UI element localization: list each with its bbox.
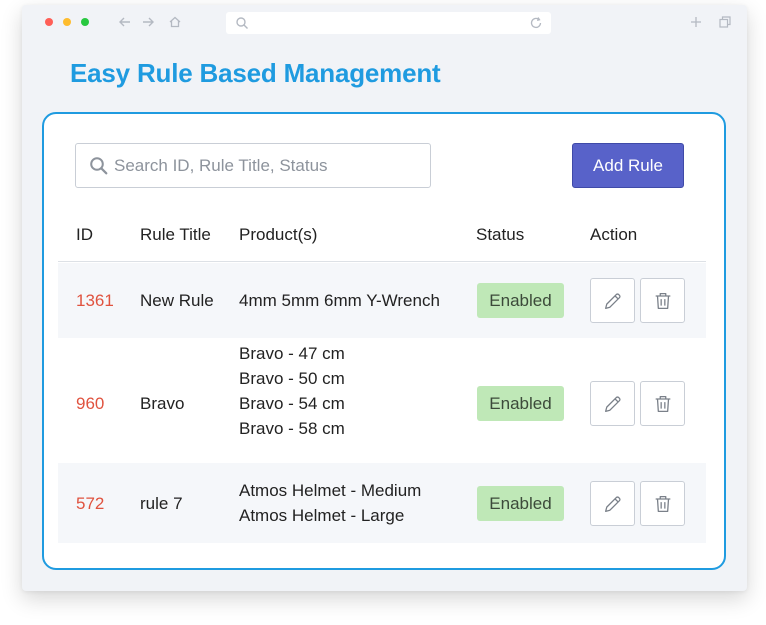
search-icon — [90, 157, 108, 175]
trash-icon — [655, 292, 670, 309]
column-header-products[interactable]: Product(s) — [239, 225, 317, 245]
rule-id[interactable]: 572 — [76, 491, 104, 516]
page-title: Easy Rule Based Management — [70, 58, 441, 88]
pencil-icon — [604, 495, 621, 512]
pencil-icon — [604, 292, 621, 309]
product-name: Bravo - 58 cm — [239, 419, 345, 438]
reload-icon[interactable] — [529, 16, 543, 30]
table-row: 572 rule 7 Atmos Helmet - Medium Atmos H… — [58, 463, 706, 543]
rule-title: Bravo — [140, 394, 185, 413]
tabs-overview-icon[interactable] — [716, 13, 734, 31]
rule-title: New Rule — [140, 291, 214, 310]
column-header-action: Action — [590, 225, 638, 244]
status-badge: Enabled — [477, 486, 564, 521]
edit-rule-button[interactable] — [590, 278, 635, 323]
product-name: Bravo - 50 cm — [239, 369, 345, 388]
column-header-rule-title[interactable]: Rule Title — [140, 225, 211, 245]
address-search-icon — [236, 17, 248, 29]
browser-toolbar — [22, 5, 747, 41]
column-header-id[interactable]: ID — [76, 225, 93, 245]
column-header-status[interactable]: Status — [476, 225, 524, 245]
window-maximize-dot[interactable] — [81, 18, 89, 26]
delete-rule-button[interactable] — [640, 481, 685, 526]
edit-rule-button[interactable] — [590, 481, 635, 526]
rule-id[interactable]: 1361 — [76, 288, 114, 313]
trash-icon — [655, 395, 670, 412]
forward-arrow-icon[interactable] — [139, 13, 157, 31]
product-name: 4mm 5mm 6mm Y-Wrench — [239, 291, 440, 310]
status-badge: Enabled — [477, 386, 564, 421]
search-input[interactable] — [114, 144, 424, 187]
window-minimize-dot[interactable] — [63, 18, 71, 26]
product-name: Atmos Helmet - Medium — [239, 481, 422, 500]
add-rule-button[interactable]: Add Rule — [572, 143, 684, 188]
trash-icon — [655, 495, 670, 512]
table-header: ID Rule Title Product(s) Status Action — [58, 212, 706, 262]
product-name: Bravo - 54 cm — [239, 394, 345, 413]
rules-panel: Add Rule ID Rule Title Product(s) Status… — [42, 112, 726, 570]
delete-rule-button[interactable] — [640, 278, 685, 323]
edit-rule-button[interactable] — [590, 381, 635, 426]
rule-id[interactable]: 960 — [76, 391, 104, 416]
status-badge: Enabled — [477, 283, 564, 318]
home-icon[interactable] — [166, 13, 184, 31]
table-row: 1361 New Rule 4mm 5mm 6mm Y-Wrench Enabl… — [58, 263, 706, 338]
window-close-dot[interactable] — [45, 18, 53, 26]
rule-title: rule 7 — [140, 494, 183, 513]
delete-rule-button[interactable] — [640, 381, 685, 426]
new-tab-plus-icon[interactable] — [687, 13, 705, 31]
back-arrow-icon[interactable] — [116, 13, 134, 31]
browser-window: Easy Rule Based Management Add Rule ID R… — [22, 5, 747, 591]
product-name: Bravo - 47 cm — [239, 344, 345, 363]
product-name: Atmos Helmet - Large — [239, 506, 405, 525]
address-bar[interactable] — [226, 12, 551, 34]
search-box[interactable] — [75, 143, 431, 188]
pencil-icon — [604, 395, 621, 412]
table-row: 960 Bravo Bravo - 47 cm Bravo - 50 cm Br… — [58, 338, 706, 463]
